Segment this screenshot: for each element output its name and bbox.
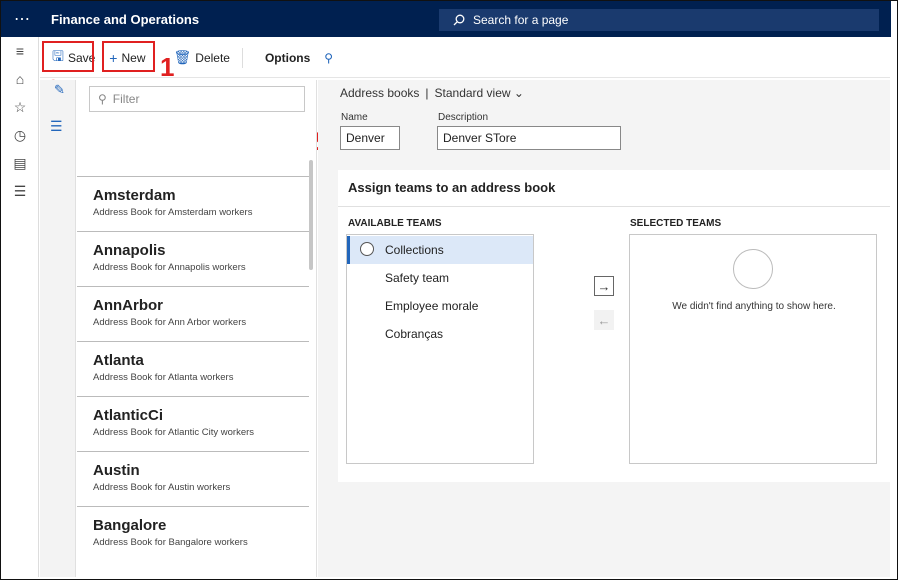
assign-teams-title: Assign teams to an address book [348,180,556,195]
action-search-icon[interactable]: ⚲ [322,45,335,71]
details-content: Address books | Standard view ⌄ Name Den… [318,80,890,577]
selected-teams-header: SELECTED TEAMS [630,218,722,229]
list-item[interactable]: Annapolis Address Book for Annapolis work… [77,231,309,286]
address-book-list-pane: ⚲ Filter Amsterdam Address Book for Amste… [77,80,317,577]
new-button[interactable]: + New [107,45,147,71]
list-item-title: Annapolis [93,242,166,259]
breadcrumb-page: Address books [340,86,420,100]
remove-from-selected-button[interactable]: ← [594,310,614,330]
favorites-star-icon[interactable]: ☆ [1,93,39,121]
save-button[interactable]: 🖫 Save [50,45,97,71]
list-item-subtitle: Address Book for Annapolis workers [93,262,246,273]
nav-rail: ≡ ⌂ ☆ ◷ ▤ ☰ [1,37,39,577]
plus-icon: + [109,49,118,66]
list-item[interactable]: AtlanticCi Address Book for Atlantic City… [77,396,309,451]
list-view-icon[interactable]: ☰ [50,118,63,135]
list-item-subtitle: Address Book for Atlantic City workers [93,427,255,438]
recent-clock-icon[interactable]: ◷ [1,121,39,149]
available-teams-list: Collections Safety team Employee morale … [346,234,534,464]
list-item-subtitle: Address Book for Ann Arbor workers [93,317,247,328]
name-label: Name [341,112,368,123]
description-label: Description [438,112,489,123]
empty-state-message: We didn't find anything to show here. [672,301,836,312]
team-item[interactable]: Safety team [347,264,533,292]
delete-button[interactable]: 🗑 Delete [172,45,232,71]
radio-button[interactable] [360,242,374,256]
list-item-subtitle: Address Book for Atlanta workers [93,372,234,383]
view-selector[interactable]: Standard view ⌄ [435,86,524,100]
save-label: Save [67,50,96,65]
header-fields: Name Denver Description Denver STore [338,108,621,158]
list-item[interactable]: Austin Address Book for Austin workers [77,451,309,506]
panel-divider [338,206,890,207]
filter-search-icon: ⚲ [98,92,107,106]
search-page-text: Search for a page [473,13,569,27]
list-item[interactable]: AnnArbor Address Book for Ann Arbor worke… [77,286,309,341]
team-label: Safety team [385,271,450,285]
app-title: Finance and Operations [51,11,200,27]
team-item[interactable]: Employee morale [347,292,533,320]
team-label: Collections [385,243,444,257]
list-item-title: AnnArbor [93,297,163,314]
list-item-title: Atlanta [93,352,144,369]
breadcrumb: Address books | Standard view ⌄ [340,86,524,100]
list-item[interactable]: Atlanta Address Book for Atlanta workers [77,341,309,396]
team-label: Employee morale [385,299,479,313]
arrow-right-icon: → [597,278,611,294]
search-icon [453,14,465,26]
team-item[interactable]: Cobranças [347,320,533,348]
save-icon: 🖫 [52,47,64,64]
list-scrollbar[interactable] [309,160,313,270]
edit-pencil-icon[interactable]: ✎ [54,82,65,98]
top-bar: ⋯ Finance and Operations Search for a pa… [1,1,891,37]
new-label: New [121,50,146,65]
breadcrumb-separator: | [425,86,429,100]
options-tab[interactable]: Options [263,45,312,71]
list-item-title: Austin [93,462,140,479]
hamburger-menu-icon[interactable]: ≡ [1,37,39,65]
trash-icon: 🗑 [173,49,192,65]
team-label: Cobranças [385,327,444,341]
action-separator [241,47,247,68]
name-field[interactable]: Denver [340,126,400,150]
filter-placeholder: Filter [112,92,140,106]
callout-number-1: 1 [160,52,175,82]
list-item-subtitle: Address Book for Amsterdam workers [93,207,253,218]
list-item-title: AtlanticCi [93,407,164,424]
chevron-down-icon: ⌄ [513,86,524,100]
search-page-box[interactable]: Search for a page [439,9,879,31]
list-item-title: Amsterdam [93,187,176,204]
workspaces-icon[interactable]: ▤ [1,149,39,177]
list-item[interactable]: Bangalore Address Book for Bangalore work… [77,506,309,561]
list-item-subtitle: Address Book for Austin workers [93,482,231,493]
available-teams-header: AVAILABLE TEAMS [348,218,442,229]
view-name: Standard view [434,86,511,100]
list-rail: ✎ ☰ [40,80,76,577]
app-launcher-icon[interactable]: ⋯ [1,1,41,37]
list-item-subtitle: Address Book for Bangalore workers [93,537,248,548]
assign-teams-panel: Assign teams to an address book AVAILABL… [338,170,890,482]
list-item-title: Bangalore [93,517,167,534]
modules-list-icon[interactable]: ☰ [1,177,39,205]
arrow-left-icon: ← [597,312,611,328]
selected-teams-list: We didn't find anything to show here. [629,234,877,464]
list-item[interactable]: Amsterdam Address Book for Amsterdam work… [77,176,309,231]
filter-input[interactable]: ⚲ Filter [89,86,305,112]
description-field[interactable]: Denver STore [437,126,621,150]
home-icon[interactable]: ⌂ [1,65,39,93]
address-book-list: Amsterdam Address Book for Amsterdam work… [77,176,309,561]
add-to-selected-button[interactable]: → [594,276,614,296]
empty-folder-icon [733,249,773,289]
team-item[interactable]: Collections [347,236,533,264]
delete-label: Delete [195,50,230,65]
